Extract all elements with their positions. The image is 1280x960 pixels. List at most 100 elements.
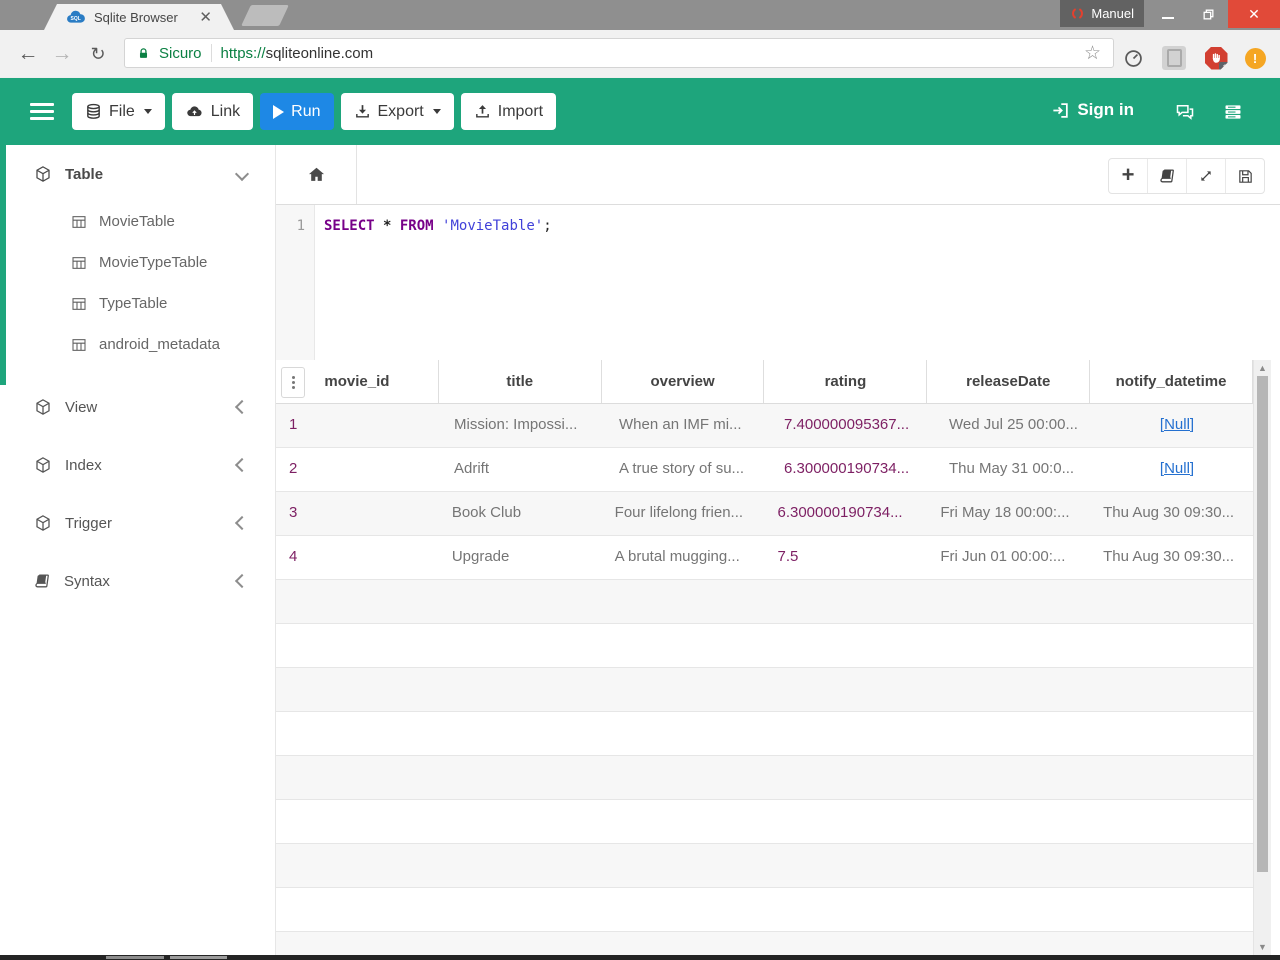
sql-code-line[interactable]: SELECT * FROM 'MovieTable'; (315, 205, 1280, 360)
scroll-down-icon[interactable]: ▼ (1254, 942, 1271, 952)
grid-cell-overview[interactable]: A true story of su... (606, 448, 771, 491)
grid-cell-releaseDate[interactable]: Fri Jun 01 00:00:... (927, 536, 1090, 579)
url-separator (210, 44, 212, 62)
grid-cell-rating[interactable]: 6.300000190734... (764, 492, 927, 535)
grid-cell-movie_id[interactable]: 4 (276, 536, 439, 579)
sidebar-table-item[interactable]: MovieTable (0, 201, 275, 242)
export-button-label: Export (377, 102, 424, 120)
sign-in-button[interactable]: Sign in (1051, 100, 1134, 120)
adblock-hand-extension-icon[interactable]: 1 (1204, 46, 1228, 70)
sidebar-table-item[interactable]: android_metadata (0, 324, 275, 365)
chevron-down-icon (234, 166, 250, 182)
menu-hamburger-icon[interactable] (30, 103, 54, 124)
grid-cell-movie_id[interactable]: 3 (276, 492, 439, 535)
app-navbar: File Link Run Export Import Sign in (0, 78, 1280, 145)
run-button[interactable]: Run (260, 93, 334, 130)
lock-icon (137, 46, 150, 61)
grid-cell-movie_id[interactable]: 2 (276, 448, 441, 491)
column-menu-dots-icon[interactable] (281, 367, 305, 398)
grid-cell-movie_id[interactable]: 1 (276, 404, 441, 447)
export-button[interactable]: Export (340, 93, 454, 130)
column-header-title[interactable]: title (439, 360, 602, 403)
tab-close-icon[interactable]: ✕ (199, 10, 212, 25)
grid-cell-title[interactable]: Mission: Impossi... (441, 404, 606, 447)
scrollbar-thumb[interactable] (1257, 376, 1268, 872)
grid-cell-rating[interactable]: 7.400000095367... (771, 404, 936, 447)
home-tab[interactable] (276, 145, 357, 204)
reload-icon[interactable]: ↻ (82, 30, 114, 78)
sql-editor[interactable]: 1 SELECT * FROM 'MovieTable'; (276, 205, 1280, 360)
home-icon (306, 165, 327, 184)
window-restore-button[interactable] (1188, 0, 1228, 28)
sidebar-section-trigger[interactable]: Trigger (0, 508, 275, 538)
history-button[interactable] (1148, 159, 1187, 193)
grid-empty-row (276, 800, 1253, 844)
grid-cell-notify_datetime[interactable]: Thu Aug 30 09:30... (1090, 492, 1253, 535)
scroll-up-icon[interactable]: ▲ (1254, 363, 1271, 373)
security-label[interactable]: Sicuro (159, 45, 202, 62)
sign-in-icon (1051, 101, 1070, 120)
sidebar-section-view[interactable]: View (0, 392, 275, 422)
window-minimize-button[interactable] (1148, 0, 1188, 28)
grid-cell-overview[interactable]: Four lifelong frien... (602, 492, 765, 535)
list-icon[interactable] (1222, 102, 1244, 122)
null-value-link[interactable]: [Null] (1160, 460, 1194, 477)
speedometer-extension-icon[interactable] (1121, 46, 1145, 70)
sidebar-table-item[interactable]: TypeTable (0, 283, 275, 324)
grid-cell-overview[interactable]: A brutal mugging... (602, 536, 765, 579)
grid-cell-releaseDate[interactable]: Wed Jul 25 00:00... (936, 404, 1101, 447)
sidebar-section-table[interactable]: Table (0, 159, 275, 189)
grid-cell-notify_datetime[interactable]: [Null] (1101, 404, 1253, 447)
sidebar-section-index[interactable]: Index (0, 450, 275, 480)
chat-icon[interactable] (1174, 102, 1196, 122)
save-button[interactable] (1226, 159, 1264, 193)
vertical-scrollbar[interactable]: ▲ ▼ (1253, 360, 1271, 955)
fullscreen-button[interactable] (1187, 159, 1226, 193)
sidebar: Table MovieTable MovieTypeTable TypeTable a… (0, 145, 276, 955)
null-value-link[interactable]: [Null] (1160, 416, 1194, 433)
column-header-label: releaseDate (966, 373, 1051, 390)
sidebar-table-item[interactable]: MovieTypeTable (0, 242, 275, 283)
import-button[interactable]: Import (460, 93, 557, 130)
grid-cell-notify_datetime[interactable]: [Null] (1101, 448, 1253, 491)
tab-title: Sqlite Browser (94, 9, 178, 25)
caret-down-icon (432, 109, 441, 114)
new-tab-button[interactable] (241, 5, 289, 26)
column-header-notify_datetime[interactable]: notify_datetime (1090, 360, 1253, 403)
grid-cell-title[interactable]: Upgrade (439, 536, 602, 579)
grid-cell-title[interactable]: Adrift (441, 448, 606, 491)
notebook-extension-icon[interactable] (1162, 46, 1186, 70)
grid-cell-rating[interactable]: 6.300000190734... (771, 448, 936, 491)
warning-extension-icon[interactable]: ! (1243, 46, 1267, 70)
sql-token-keyword: FROM (399, 218, 443, 234)
link-button[interactable]: Link (171, 93, 254, 130)
column-header-movie_id[interactable]: movie_id (276, 360, 439, 403)
profile-chip[interactable]: Manuel (1060, 0, 1144, 27)
window-close-button[interactable]: ✕ (1228, 0, 1280, 28)
grid-cell-rating[interactable]: 7.5 (764, 536, 927, 579)
grid-header-row: movie_id title overview rating releaseDate no… (276, 360, 1253, 404)
address-bar[interactable]: Sicuro https://sqliteonline.com ☆ (124, 38, 1114, 68)
grid-cell-releaseDate[interactable]: Thu May 31 00:0... (936, 448, 1101, 491)
file-button[interactable]: File (72, 93, 165, 130)
editor-tabbar: + (276, 145, 1280, 205)
column-header-releaseDate[interactable]: releaseDate (927, 360, 1091, 403)
sidebar-section-syntax[interactable]: Syntax (0, 566, 275, 596)
column-header-label: title (506, 373, 534, 390)
favicon-sql-cloud-icon: SQL (66, 10, 86, 24)
browser-tab[interactable]: SQL Sqlite Browser ✕ (44, 4, 234, 30)
bookmark-star-icon[interactable]: ☆ (1084, 42, 1101, 65)
grid-data-row: 4 Upgrade A brutal mugging... 7.5 Fri Jun 01… (276, 536, 1253, 580)
column-header-overview[interactable]: overview (602, 360, 765, 403)
table-grid-icon (71, 255, 87, 271)
back-icon[interactable]: ← (12, 30, 44, 78)
grid-cell-title[interactable]: Book Club (439, 492, 602, 535)
grid-cell-overview[interactable]: When an IMF mi... (606, 404, 771, 447)
stop-hand-icon: 1 (1204, 46, 1228, 70)
grid-cell-releaseDate[interactable]: Fri May 18 00:00:... (927, 492, 1090, 535)
table-grid-icon (71, 337, 87, 353)
grid-cell-notify_datetime[interactable]: Thu Aug 30 09:30... (1090, 536, 1253, 579)
column-header-rating[interactable]: rating (764, 360, 928, 403)
url-text[interactable]: https://sqliteonline.com (221, 45, 374, 62)
add-tab-button[interactable]: + (1109, 159, 1148, 193)
